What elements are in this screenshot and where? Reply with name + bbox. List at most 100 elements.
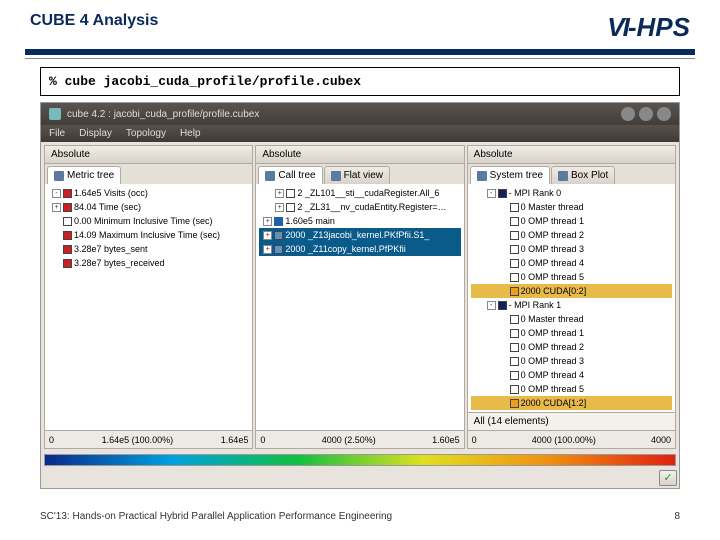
tree-row[interactable]: -- MPI Rank 0 xyxy=(471,186,672,200)
tree-row[interactable]: 0.00 Minimum Inclusive Time (sec) xyxy=(48,214,249,228)
tree-row[interactable]: 0 Master thread xyxy=(471,200,672,214)
color-box xyxy=(63,203,72,212)
tree-row[interactable]: 2000 CUDA[1:2] xyxy=(471,396,672,410)
tree-label: 14.09 Maximum Inclusive Time (sec) xyxy=(74,228,220,242)
maximize-button[interactable] xyxy=(639,107,653,121)
color-box xyxy=(510,343,519,352)
expander-icon[interactable]: - xyxy=(487,189,496,198)
tree-label: 3.28e7 bytes_received xyxy=(74,256,165,270)
tree-row[interactable]: 0 OMP thread 2 xyxy=(471,228,672,242)
tree-row[interactable]: 0 Master thread xyxy=(471,312,672,326)
pane-2: Absolute System tree Box Plot -- MPI Rank 0… xyxy=(467,145,676,449)
footer-text: SC'13: Hands-on Practical Hybrid Paralle… xyxy=(40,511,392,522)
header-rule-thin xyxy=(25,58,695,59)
slide-title: CUBE 4 Analysis xyxy=(30,12,158,30)
page-number: 8 xyxy=(674,511,680,522)
axis-left: 0 xyxy=(472,435,477,445)
color-box xyxy=(510,287,519,296)
window-title: cube 4.2 : jacobi_cuda_profile/profile.c… xyxy=(67,109,259,120)
menu-file[interactable]: File xyxy=(49,128,65,139)
color-box xyxy=(274,217,283,226)
tab-call-tree[interactable]: Call tree xyxy=(258,166,322,184)
tree-row[interactable]: 3.28e7 bytes_received xyxy=(48,256,249,270)
tab-icon xyxy=(477,171,487,181)
tree-row[interactable]: 0 OMP thread 4 xyxy=(471,256,672,270)
axis: 04000 (100.00%)4000 xyxy=(468,430,675,448)
tree-row[interactable]: 0 OMP thread 5 xyxy=(471,270,672,284)
tab-metric-tree[interactable]: Metric tree xyxy=(47,166,121,184)
tree-row[interactable]: 2000 CUDA[0:2] xyxy=(471,284,672,298)
tabbar: Metric tree xyxy=(45,164,252,184)
menu-display[interactable]: Display xyxy=(79,128,112,139)
tree-row[interactable]: 0 OMP thread 4 xyxy=(471,368,672,382)
tree-row[interactable]: +2 _ZL101__sti__cudaRegister.All_6 xyxy=(259,186,460,200)
color-box xyxy=(498,189,507,198)
minimize-button[interactable] xyxy=(621,107,635,121)
tree-row[interactable]: 0 OMP thread 1 xyxy=(471,326,672,340)
menu-topology[interactable]: Topology xyxy=(126,128,166,139)
tree-label: 0 OMP thread 4 xyxy=(521,256,584,270)
color-box xyxy=(510,273,519,282)
tree-label: 0 OMP thread 3 xyxy=(521,242,584,256)
tab-icon xyxy=(331,171,341,181)
tree-row[interactable]: 3.28e7 bytes_sent xyxy=(48,242,249,256)
expander-icon[interactable]: - xyxy=(52,189,61,198)
vihps-logo: VI-HPS xyxy=(607,12,690,43)
color-box xyxy=(510,259,519,268)
tree-row[interactable]: +2 _ZL31__nv_cudaEntity.Register=… xyxy=(259,200,460,214)
tree-row[interactable]: 0 OMP thread 5 xyxy=(471,382,672,396)
color-box xyxy=(63,189,72,198)
color-box xyxy=(510,315,519,324)
color-box xyxy=(63,217,72,226)
color-box xyxy=(510,217,519,226)
command-box: % cube jacobi_cuda_profile/profile.cubex xyxy=(40,67,680,96)
tab-flat-view[interactable]: Flat view xyxy=(324,166,390,184)
menu-help[interactable]: Help xyxy=(180,128,201,139)
tree-row[interactable]: -1.64e5 Visits (occ) xyxy=(48,186,249,200)
color-box xyxy=(510,231,519,240)
tab-system-tree[interactable]: System tree xyxy=(470,166,550,184)
all-elements-label[interactable]: All (14 elements) xyxy=(468,412,675,430)
color-box xyxy=(510,329,519,338)
tree-label: 0 Master thread xyxy=(521,312,584,326)
tree-label: 2000 CUDA[1:2] xyxy=(521,396,587,410)
tree-row[interactable]: +2000 _Z11copy_kernel.PfPKfii xyxy=(259,242,460,256)
expander-icon[interactable]: - xyxy=(487,301,496,310)
tree-row[interactable]: 0 OMP thread 3 xyxy=(471,242,672,256)
expander-icon[interactable]: + xyxy=(275,203,284,212)
color-box xyxy=(274,231,283,240)
pane-header[interactable]: Absolute xyxy=(256,146,463,164)
app-icon xyxy=(49,108,61,120)
axis-mid: 4000 (100.00%) xyxy=(532,435,596,445)
statusbar: ✓ xyxy=(41,468,679,488)
expander-icon[interactable]: + xyxy=(263,245,272,254)
tab-icon xyxy=(558,171,568,181)
tree-row[interactable]: 0 OMP thread 3 xyxy=(471,354,672,368)
color-box xyxy=(510,245,519,254)
pane-0: AbsoluteMetric tree-1.64e5 Visits (occ)+… xyxy=(44,145,253,449)
tree-row[interactable]: -- MPI Rank 1 xyxy=(471,298,672,312)
close-button[interactable] xyxy=(657,107,671,121)
tree-label: 0 OMP thread 5 xyxy=(521,270,584,284)
tree-row[interactable]: +1.60e5 main xyxy=(259,214,460,228)
expander-icon[interactable]: + xyxy=(263,231,272,240)
color-box xyxy=(63,245,72,254)
expander-icon[interactable]: + xyxy=(275,189,284,198)
tab-box-plot[interactable]: Box Plot xyxy=(551,166,615,184)
tab-label: Box Plot xyxy=(571,170,608,181)
expander-icon[interactable]: + xyxy=(263,217,272,226)
tree-row[interactable]: 0 OMP thread 2 xyxy=(471,340,672,354)
tree-label: 0 Master thread xyxy=(521,200,584,214)
tree-label: 0.00 Minimum Inclusive Time (sec) xyxy=(74,214,213,228)
tree-label: 3.28e7 bytes_sent xyxy=(74,242,148,256)
tree-row[interactable]: 14.09 Maximum Inclusive Time (sec) xyxy=(48,228,249,242)
expander-icon[interactable]: + xyxy=(52,203,61,212)
color-box xyxy=(510,399,519,408)
pane-header[interactable]: Absolute xyxy=(468,146,675,164)
tree-row[interactable]: +84.04 Time (sec) xyxy=(48,200,249,214)
axis-left: 0 xyxy=(260,435,265,445)
tree-row[interactable]: +2000 _Z13jacobi_kernel.PKfPfii.S1_ xyxy=(259,228,460,242)
tree-row[interactable]: 0 OMP thread 1 xyxy=(471,214,672,228)
color-box xyxy=(510,385,519,394)
pane-header[interactable]: Absolute xyxy=(45,146,252,164)
